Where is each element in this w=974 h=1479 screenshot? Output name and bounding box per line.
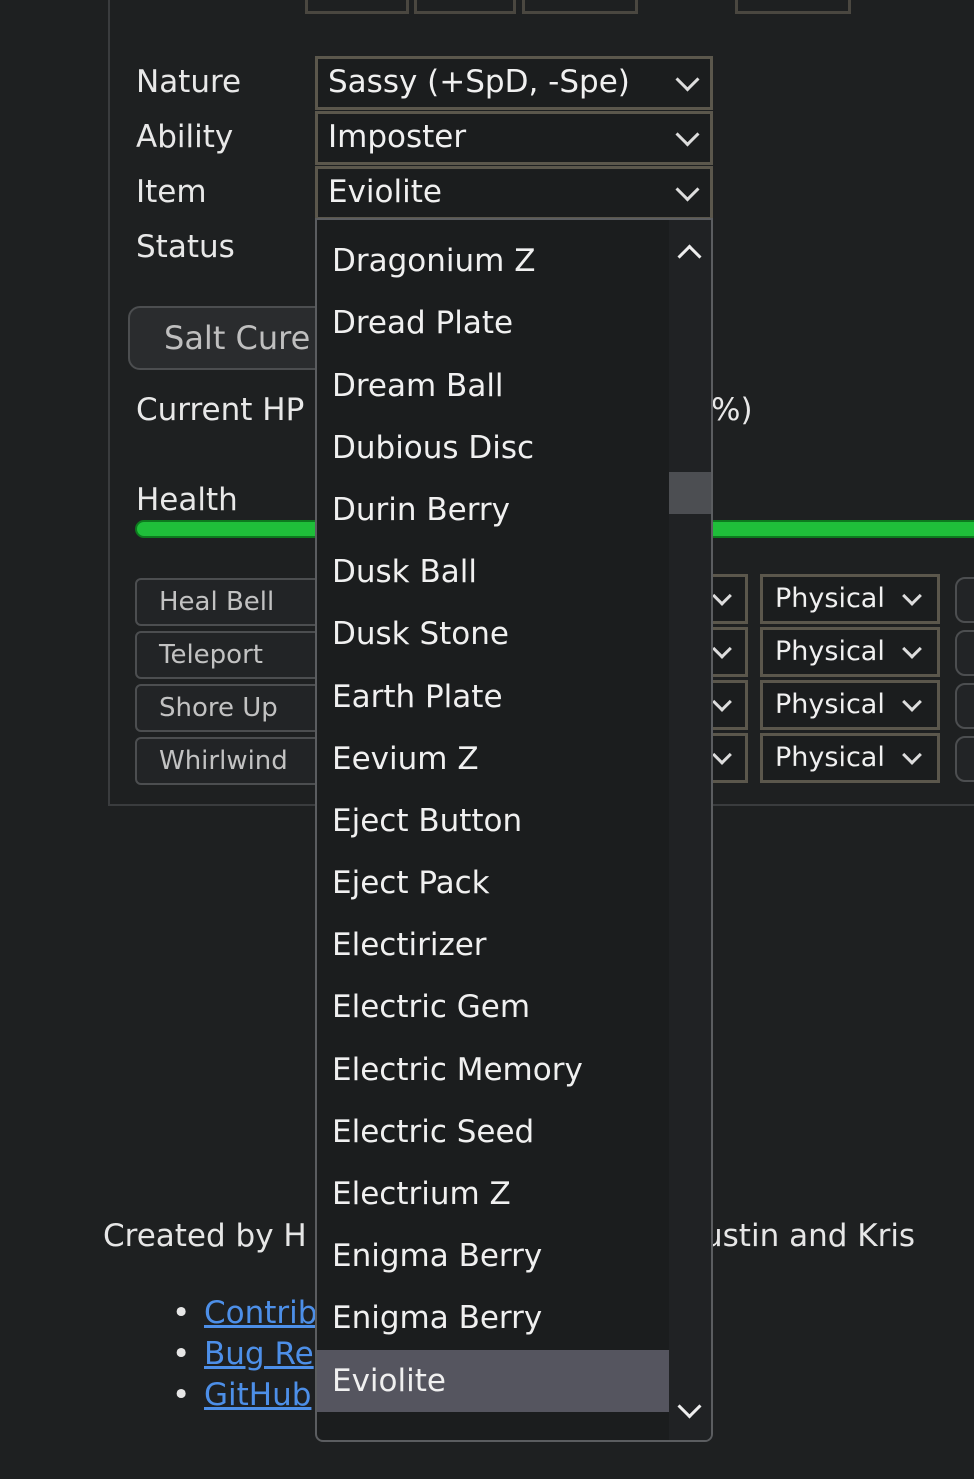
chevron-down-icon <box>712 639 732 659</box>
chevron-down-icon <box>712 745 732 765</box>
dropdown-option[interactable]: Dusk Ball <box>317 541 669 603</box>
contributing-link[interactable]: Contrib <box>204 1295 317 1331</box>
move-1-crit-toggle[interactable] <box>955 577 974 623</box>
move-3-crit-toggle[interactable] <box>955 683 974 729</box>
move-2-crit-toggle[interactable] <box>955 630 974 676</box>
chevron-down-icon <box>902 586 922 606</box>
move-2-category: Physical <box>775 636 885 667</box>
ability-value: Imposter <box>328 119 467 155</box>
move-1-category-select[interactable]: Physical <box>760 574 940 624</box>
move-4-category: Physical <box>775 742 885 773</box>
dropdown-option[interactable]: Electirizer <box>317 914 669 976</box>
current-hp-label: Current HP <box>136 392 305 428</box>
chevron-up-icon[interactable] <box>677 244 702 269</box>
list-item: Bug Re <box>172 1334 317 1375</box>
item-label: Item <box>136 174 207 210</box>
dropdown-option[interactable]: Enigma Berry <box>317 1287 669 1349</box>
dropdown-option[interactable]: Dusk Stone <box>317 603 669 665</box>
footer-links: Contrib Bug Re GitHub <box>172 1293 317 1416</box>
list-item: GitHub <box>172 1375 317 1416</box>
dropdown-option[interactable]: Electric Gem <box>317 976 669 1038</box>
chevron-down-icon <box>712 692 732 712</box>
chevron-down-icon <box>902 692 922 712</box>
health-label: Health <box>136 482 238 518</box>
dropdown-option[interactable]: Electrium Z <box>317 1163 669 1225</box>
scrollbar-thumb[interactable] <box>669 472 711 514</box>
list-item: Contrib <box>172 1293 317 1334</box>
github-link[interactable]: GitHub <box>204 1377 311 1413</box>
move-4-name[interactable]: Whirlwind <box>135 737 335 785</box>
chevron-down-icon <box>712 586 732 606</box>
chevron-down-icon <box>675 67 700 92</box>
move-1-category: Physical <box>775 583 885 614</box>
credits-text-tail: ustin and Kris <box>703 1218 916 1254</box>
move-2-name[interactable]: Teleport <box>135 631 335 679</box>
dropdown-option[interactable]: Eevium Z <box>317 728 669 790</box>
ability-label: Ability <box>136 119 234 155</box>
nature-select[interactable]: Sassy (+SpD, -Spe) <box>315 56 713 110</box>
dropdown-option[interactable]: Earth Plate <box>317 666 669 728</box>
dropdown-option[interactable]: Dubious Disc <box>317 417 669 479</box>
move-3-name[interactable]: Shore Up <box>135 684 335 732</box>
chevron-down-icon <box>675 122 700 147</box>
item-select[interactable]: Eviolite <box>315 166 713 220</box>
dropdown-option[interactable]: Eviolite <box>317 1349 669 1412</box>
salt-cure-button[interactable]: Salt Cure <box>128 306 338 370</box>
move-4-crit-toggle[interactable] <box>955 736 974 782</box>
dropdown-option[interactable]: Dragonium Z <box>317 230 669 292</box>
dropdown-option[interactable]: Dragon Fang <box>317 220 669 230</box>
dropdown-option[interactable]: Durin Berry <box>317 479 669 541</box>
chevron-down-icon <box>675 177 700 202</box>
item-value: Eviolite <box>328 174 442 210</box>
dropdown-scrollbar[interactable] <box>669 220 711 1440</box>
move-3-category: Physical <box>775 689 885 720</box>
status-label: Status <box>136 229 235 265</box>
nature-value: Sassy (+SpD, -Spe) <box>328 64 630 100</box>
dropdown-option[interactable]: Eject Button <box>317 790 669 852</box>
dropdown-option[interactable]: Dread Plate <box>317 292 669 354</box>
dropdown-option[interactable]: Dream Ball <box>317 355 669 417</box>
move-2-category-select[interactable]: Physical <box>760 627 940 677</box>
credits-text: Created by H <box>103 1218 307 1254</box>
move-4-category-select[interactable]: Physical <box>760 733 940 783</box>
current-hp-percent: %) <box>711 392 753 428</box>
dropdown-option[interactable]: Electric Seed <box>317 1101 669 1163</box>
move-1-name[interactable]: Heal Bell <box>135 578 335 626</box>
dropdown-option[interactable]: Eject Pack <box>317 852 669 914</box>
chevron-down-icon <box>902 639 922 659</box>
bug-report-link[interactable]: Bug Re <box>204 1336 314 1372</box>
move-3-category-select[interactable]: Physical <box>760 680 940 730</box>
nature-label: Nature <box>136 64 242 100</box>
dropdown-option[interactable]: Electric Memory <box>317 1039 669 1101</box>
ability-select[interactable]: Imposter <box>315 111 713 165</box>
chevron-down-icon <box>902 745 922 765</box>
dropdown-option[interactable]: Enigma Berry <box>317 1225 669 1287</box>
item-options: Dragon FangDragonium ZDread PlateDream B… <box>317 220 669 1412</box>
chevron-down-icon[interactable] <box>677 1394 702 1419</box>
item-dropdown-list[interactable]: Dragon FangDragonium ZDread PlateDream B… <box>315 218 713 1442</box>
